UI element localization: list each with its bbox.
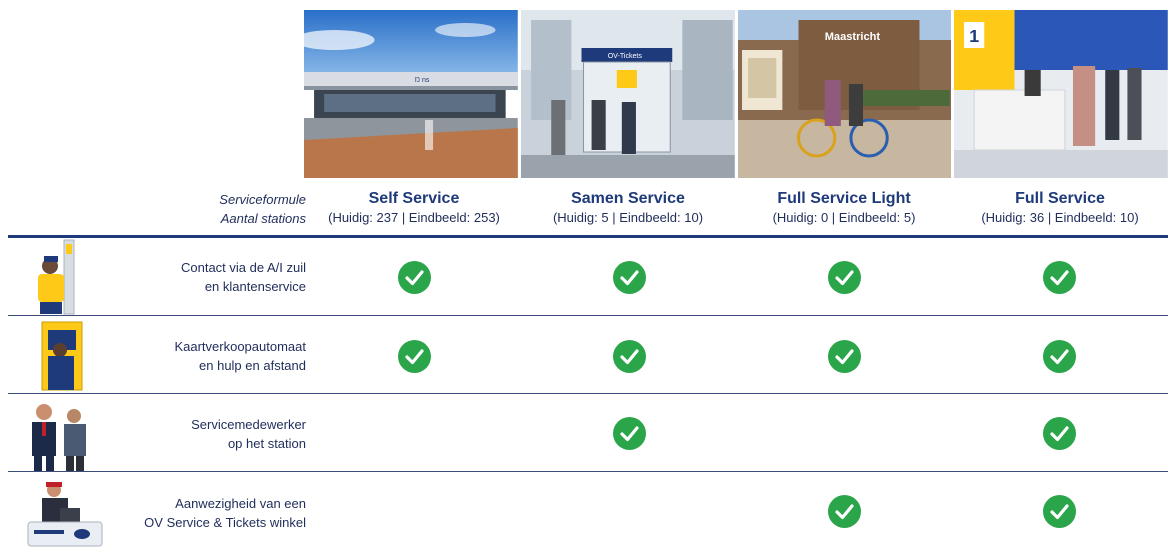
check-icon: [1043, 340, 1076, 373]
self-service-station-photo: Ŋ ns: [304, 10, 518, 178]
feature-label: Servicemedewerker op het station: [191, 415, 306, 453]
check-icon: [613, 417, 646, 450]
svg-text:Ŋ ns: Ŋ ns: [415, 77, 430, 84]
column-title: Self Service: [368, 190, 460, 207]
column-header-full-service: Full Service (Huidig: 36 | Eindbeeld: 10…: [952, 189, 1168, 228]
feature-label: Aanwezigheid van een OV Service & Ticket…: [144, 494, 306, 532]
column-station-count: (Huidig: 36 | Eindbeeld: 10): [981, 210, 1139, 225]
check-icon: [613, 261, 646, 294]
check-icon: [1043, 495, 1076, 528]
samen-service-kiosk-photo: OV-Tickets: [520, 10, 735, 178]
feature-label-line: Kaartverkoopautomaat: [174, 339, 306, 354]
feature-label-line: OV Service & Tickets winkel: [144, 515, 306, 530]
feature-label-line: Servicemedewerker: [191, 417, 306, 432]
serviceformule-label: Serviceformule: [219, 192, 306, 207]
check-icon: [398, 340, 431, 373]
header-row-labels: Serviceformule Aantal stations: [219, 190, 306, 228]
check-icon: [1043, 417, 1076, 450]
full-service-desk-photo: 1: [954, 10, 1168, 178]
column-header-full-service-light: Full Service Light (Huidig: 0 | Eindbeel…: [736, 189, 952, 228]
feature-label-line: op het station: [227, 436, 306, 451]
feature-label-line: Aanwezigheid van een: [175, 496, 306, 511]
svg-text:Maastricht: Maastricht: [824, 31, 880, 43]
column-station-count: (Huidig: 5 | Eindbeeld: 10): [552, 210, 704, 225]
ticket-shop-counter-icon: [24, 478, 108, 548]
check-icon: [828, 340, 861, 373]
check-icon: [398, 261, 431, 294]
help-pillar-person-icon: [24, 238, 108, 316]
row-divider: [8, 393, 1168, 394]
feature-label-line: Contact via de A/I zuil: [180, 260, 306, 275]
column-title: Full Service: [1015, 190, 1105, 207]
photo-strip: Ŋ ns OV-Tickets Maastricht 1: [304, 10, 1168, 180]
feature-label-line: en hulp en afstand: [199, 358, 306, 373]
column-title: Full Service Light: [777, 190, 911, 207]
check-icon: [828, 261, 861, 294]
column-title: Samen Service: [571, 190, 685, 207]
aantal-stations-label: Aantal stations: [220, 211, 306, 226]
feature-label: Kaartverkoopautomaat en hulp en afstand: [174, 337, 306, 375]
check-icon: [613, 340, 646, 373]
header-divider: [8, 235, 1168, 238]
check-icon: [1043, 261, 1076, 294]
feature-label-line: en klantenservice: [204, 279, 306, 294]
ticket-machine-person-icon: [24, 320, 108, 392]
full-service-light-station-photo: Maastricht: [737, 10, 952, 178]
svg-text:OV-Tickets: OV-Tickets: [607, 53, 642, 60]
feature-label: Contact via de A/I zuil en klantenservic…: [181, 258, 306, 296]
row-divider: [8, 315, 1168, 316]
svg-text:1: 1: [969, 26, 979, 46]
column-station-count: (Huidig: 0 | Eindbeeld: 5): [772, 210, 916, 225]
row-divider: [8, 471, 1168, 472]
column-header-self-service: Self Service (Huidig: 237 | Eindbeeld: 2…: [306, 189, 522, 228]
column-header-samen-service: Samen Service (Huidig: 5 | Eindbeeld: 10…: [520, 189, 736, 228]
column-station-count: (Huidig: 237 | Eindbeeld: 253): [328, 210, 500, 225]
service-staff-icon: [24, 398, 108, 472]
check-icon: [828, 495, 861, 528]
